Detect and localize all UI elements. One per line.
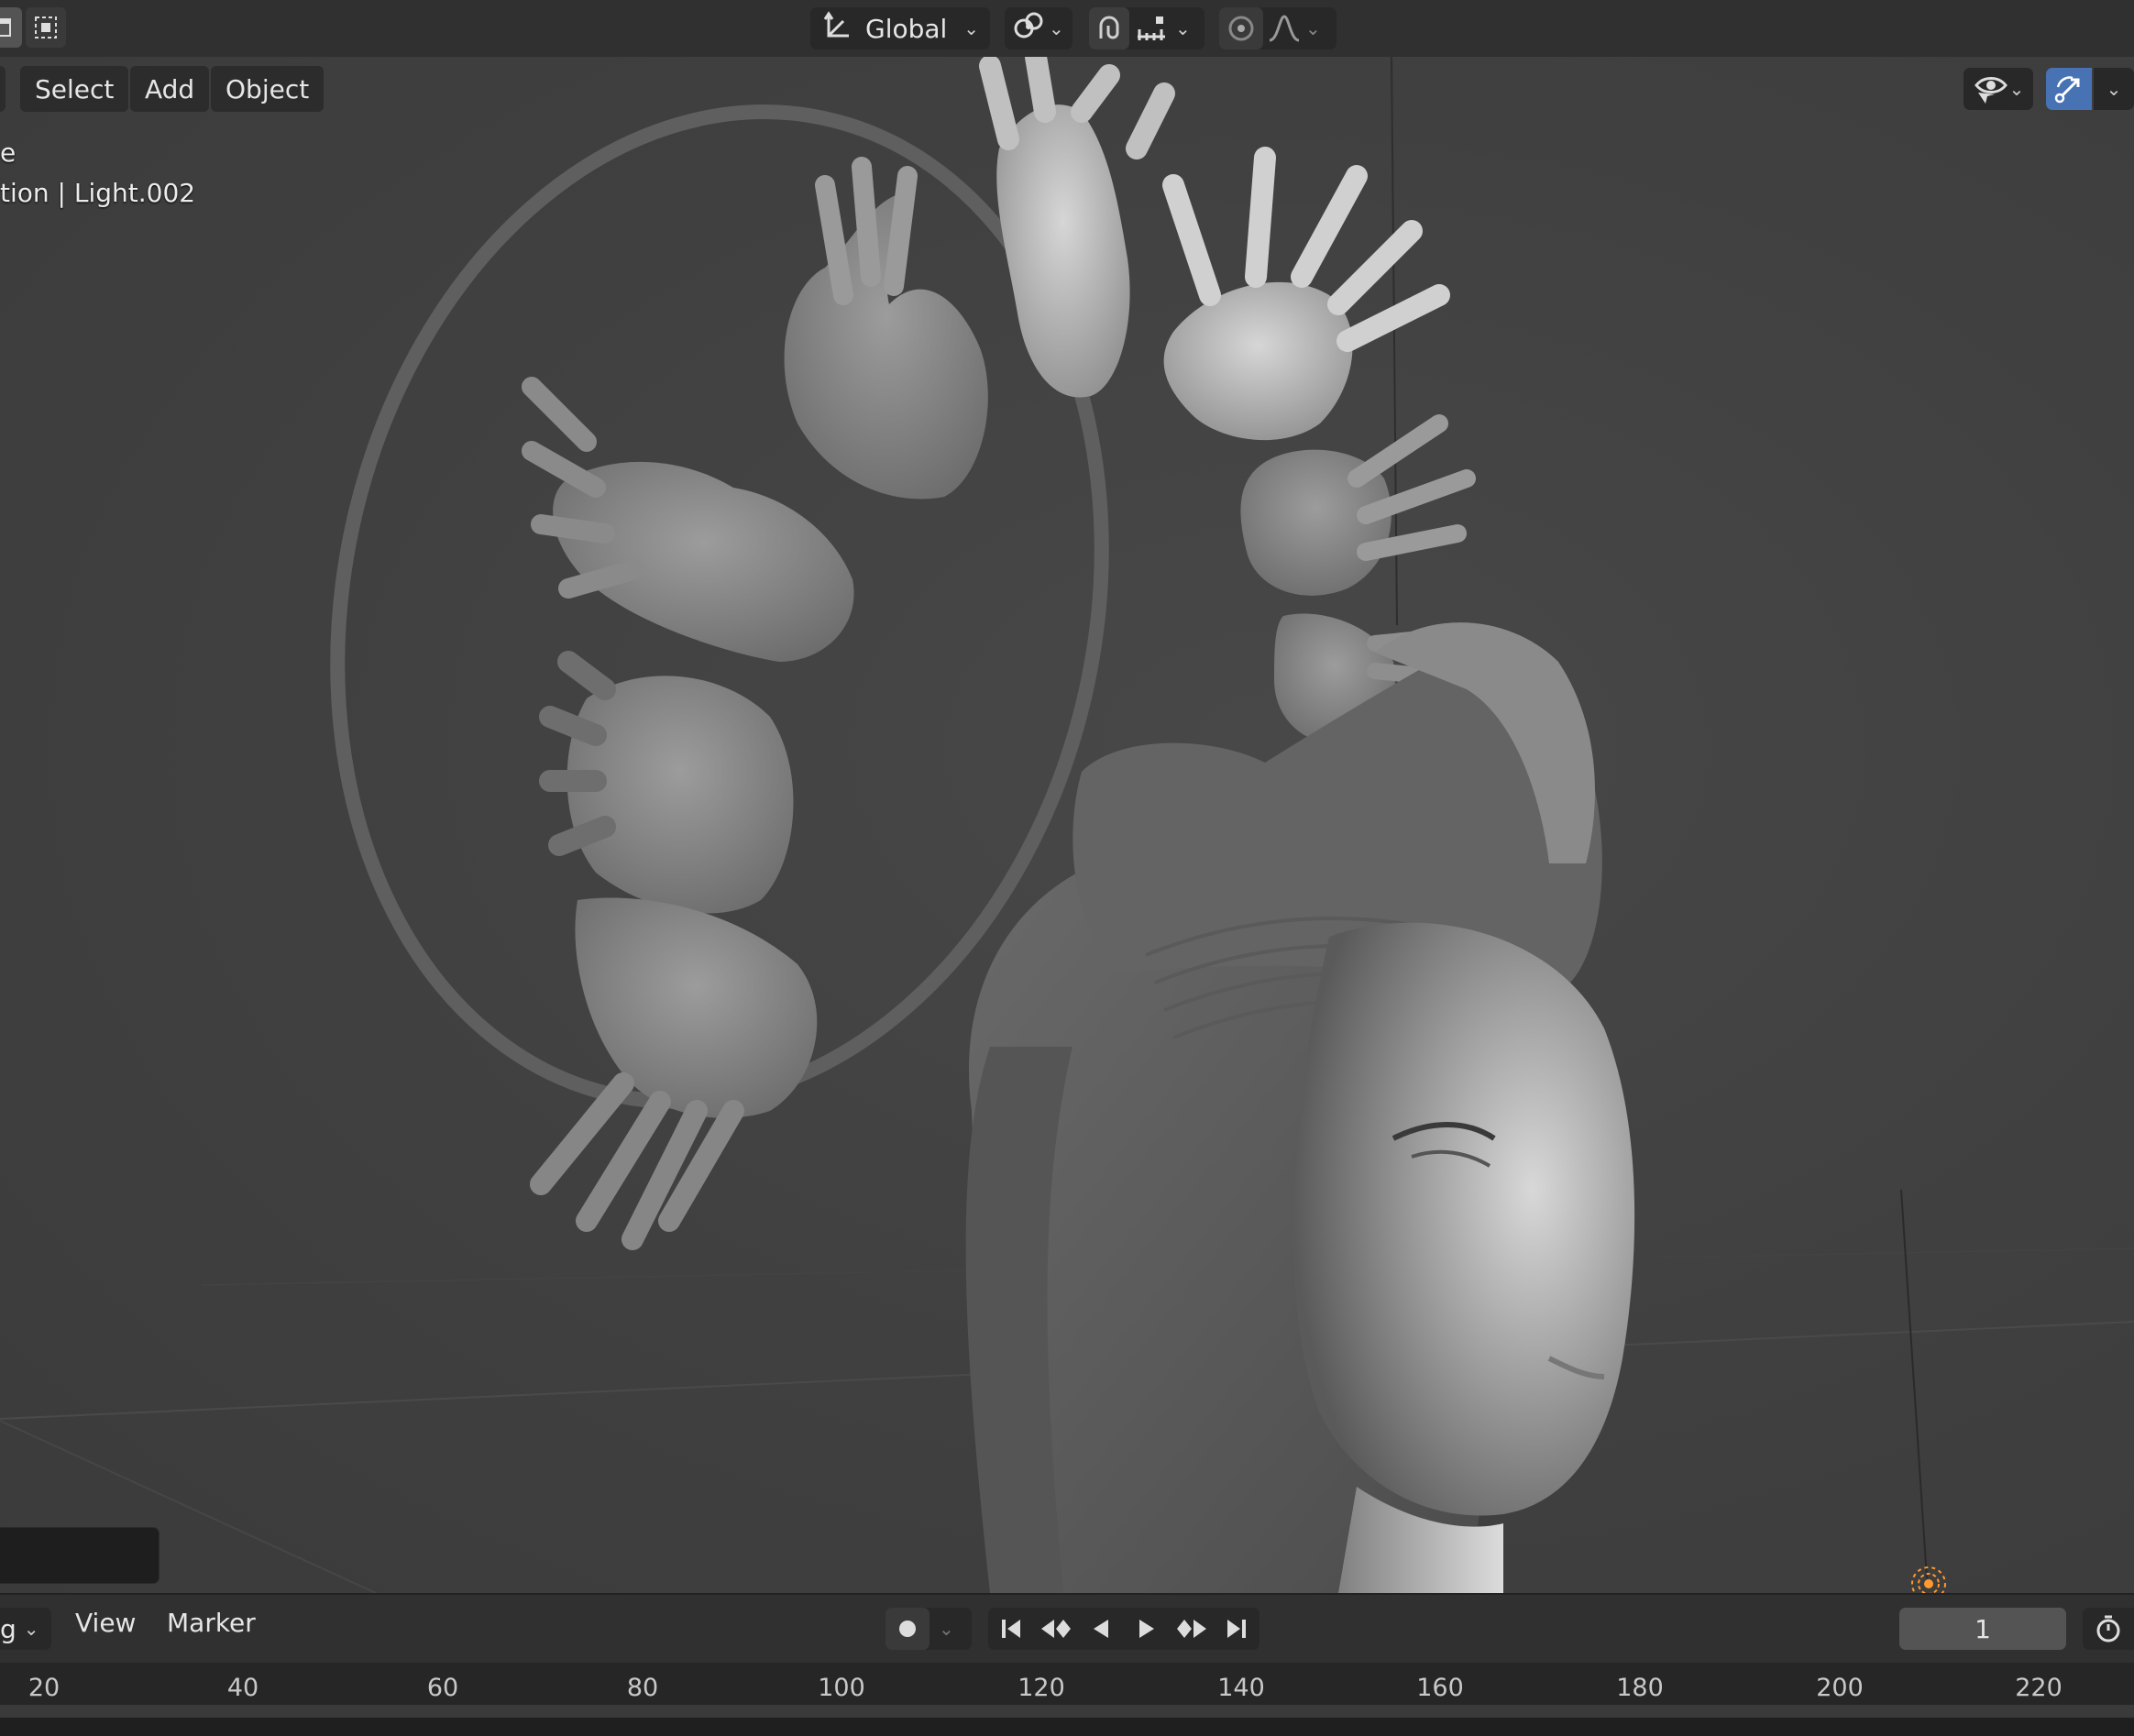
frame-tick-label: 40 [226,1674,259,1702]
chevron-down-icon: ⌄ [963,17,979,39]
proportional-edit-icon [1228,16,1254,41]
gizmo-toggle-button[interactable] [2046,68,2092,110]
3d-viewport[interactable]: e tion | Light.002 Select Add Object ⌄ ⌄ [0,57,2134,1593]
frame-tick-label: 200 [1816,1674,1864,1702]
next-keyframe-button[interactable] [1171,1608,1213,1650]
scene-render [330,57,1635,1593]
gizmo-dropdown[interactable]: ⌄ [2094,68,2134,110]
play-icon [1138,1620,1154,1638]
playback-timer-button[interactable] [2083,1608,2134,1650]
proportional-edit-button[interactable] [1219,7,1263,49]
last-operator-panel[interactable] [0,1527,160,1584]
next-keyframe-icon [1176,1620,1206,1638]
visibility-eye-icon [1974,77,2008,104]
view-menu-button-cut[interactable] [0,66,6,112]
select-box-icon [35,16,57,38]
gizmo-icon [2054,76,2080,104]
frame-tick-label: 100 [818,1674,865,1702]
snap-group: ⌄ [1089,7,1204,49]
menu-select-button[interactable]: Select [20,66,129,112]
playback-mode-label: g [0,1613,16,1644]
timeline-strip [0,1718,2134,1736]
jump-end-icon [1227,1620,1247,1638]
select-mode-icon [0,18,11,37]
playback-controls [988,1608,1260,1650]
face [1293,922,1635,1516]
pivot-point-icon [1012,10,1047,47]
play-reverse-icon [1094,1620,1109,1638]
viewport-info-line1: e [0,137,16,168]
jump-start-button[interactable] [990,1608,1032,1650]
viewport-header: Global ⌄ ⌄ ⌄ ⌄ [0,0,2134,57]
transform-orientation-label: Global [865,13,948,44]
play-button[interactable] [1126,1608,1168,1650]
prev-keyframe-icon [1040,1620,1071,1638]
auto-keying-button[interactable] [886,1608,930,1650]
light-object-icon[interactable] [1908,1560,1949,1593]
timeline-ruler[interactable]: 20 40 60 80 100 120 140 160 180 200 220 [0,1663,2134,1736]
hand-right-upper [1240,414,1476,596]
frame-tick-label: 160 [1416,1674,1464,1702]
chevron-down-icon: ⌄ [2106,78,2122,100]
current-frame-field[interactable]: 1 [1899,1608,2066,1650]
visibility-dropdown[interactable]: ⌄ [1964,68,2033,110]
chevron-down-icon[interactable]: ⌄ [939,1618,954,1640]
proportional-edit-group: ⌄ [1219,7,1336,49]
transform-orientation-icon [821,10,854,47]
hand-top-left-upper [784,157,988,500]
pivot-point-dropdown[interactable]: ⌄ [1005,7,1072,49]
frame-tick-label: 20 [28,1674,60,1702]
timeline-view-menu[interactable]: View [75,1608,136,1638]
auto-keying-group: ⌄ [886,1608,972,1650]
transform-orientation-dropdown[interactable]: Global ⌄ [810,7,990,49]
hand-left-lower [530,897,818,1250]
playback-mode-dropdown[interactable]: g ⌄ [0,1608,51,1650]
menu-object-button[interactable]: Object [211,66,324,112]
chevron-down-icon[interactable]: ⌄ [1175,17,1191,39]
record-icon [899,1621,916,1637]
snap-increment-icon [1138,16,1165,40]
chevron-down-icon: ⌄ [2008,78,2025,100]
stopwatch-icon [2096,1615,2120,1643]
chevron-down-icon[interactable]: ⌄ [1305,17,1321,39]
timeline-scrub-area[interactable] [0,1705,2134,1718]
falloff-curve-icon [1269,15,1300,42]
menu-add-button[interactable]: Add [130,66,210,112]
viewport-info-line2: tion | Light.002 [0,178,196,208]
frame-tick-label: 140 [1217,1674,1265,1702]
frame-tick-label: 220 [2015,1674,2062,1702]
timeline-header: g ⌄ View Marker ⌄ 1 [0,1593,2134,1665]
hand-top-right [1162,147,1450,441]
frame-tick-label: 80 [626,1674,659,1702]
select-mode-button[interactable] [0,7,22,48]
chevron-down-icon: ⌄ [1049,17,1064,39]
timeline-marker-menu[interactable]: Marker [167,1608,256,1638]
snap-magnet-icon [1099,16,1119,39]
hand-top-center [979,57,1175,398]
snap-toggle-button[interactable] [1089,7,1129,49]
hand-left-middle [539,651,794,914]
frame-tick-label: 120 [1018,1674,1065,1702]
chevron-down-icon: ⌄ [23,1618,39,1640]
frame-tick-label: 60 [426,1674,459,1702]
jump-end-button[interactable] [1216,1608,1258,1650]
falloff-button[interactable] [1263,7,1305,49]
prev-keyframe-button[interactable] [1035,1608,1077,1650]
jump-start-icon [1001,1620,1020,1638]
snap-element-button[interactable] [1129,7,1175,49]
select-box-button[interactable] [26,7,66,48]
frame-tick-label: 180 [1616,1674,1664,1702]
play-reverse-button[interactable] [1080,1608,1122,1650]
